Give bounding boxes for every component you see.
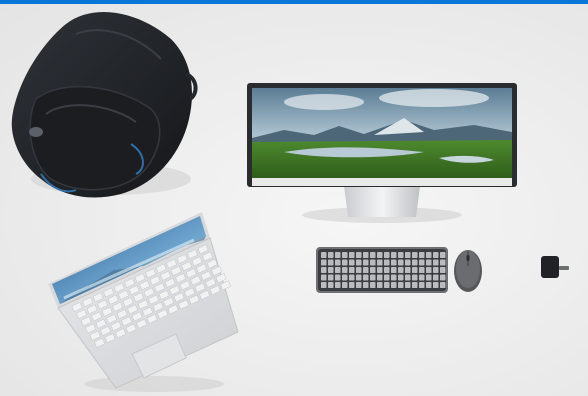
keyboard-key (349, 274, 355, 281)
keyboard-key (398, 282, 404, 288)
monitor-image (247, 83, 517, 223)
keyboard-key (398, 274, 404, 281)
keyboard-key (433, 274, 439, 281)
laptop-image (48, 212, 239, 392)
keyboard-key (440, 274, 446, 281)
keyboard-key (370, 274, 376, 281)
keyboard-key (321, 282, 327, 288)
keyboard-key (328, 259, 334, 266)
keyboard-key (370, 259, 376, 266)
keyboard-key (384, 259, 390, 266)
keyboard-key (440, 267, 446, 273)
keyboard-key (363, 267, 369, 273)
keyboard-key (377, 274, 383, 281)
keyboard-key (377, 252, 383, 258)
keyboard-key (349, 259, 355, 266)
mouse-image (454, 250, 482, 292)
keyboard-key (419, 274, 425, 281)
keyboard-key (405, 259, 411, 266)
keyboard-key (356, 252, 362, 258)
keyboard-key (391, 259, 397, 266)
keyboard-key (356, 259, 362, 266)
keyboard-key (419, 252, 425, 258)
keyboard-key (363, 274, 369, 281)
keyboard-image (316, 247, 448, 293)
keyboard-key (370, 267, 376, 273)
keyboard-key (370, 252, 376, 258)
usb-adapter-image (541, 256, 569, 278)
keyboard-key (433, 252, 439, 258)
keyboard-key (335, 252, 341, 258)
product-scene (0, 0, 588, 396)
keyboard-key (335, 259, 341, 266)
keyboard-key (328, 252, 334, 258)
keyboard-key (398, 267, 404, 273)
keyboard-key (426, 259, 432, 266)
keyboard-key (377, 282, 383, 288)
keyboard-key (419, 267, 425, 273)
keyboard-key (391, 274, 397, 281)
keyboard-key (377, 259, 383, 266)
keyboard-key (328, 274, 334, 281)
keyboard-key (391, 282, 397, 288)
keyboard-key (335, 274, 341, 281)
keyboard-key (405, 252, 411, 258)
keyboard-key (412, 282, 418, 288)
keyboard-key (384, 282, 390, 288)
keyboard-key (342, 267, 348, 273)
keyboard-key (349, 252, 355, 258)
keyboard-key (433, 267, 439, 273)
keyboard-key (342, 282, 348, 288)
keyboard-key (412, 252, 418, 258)
keyboard-key (426, 267, 432, 273)
keyboard-key (356, 267, 362, 273)
keyboard-key (426, 252, 432, 258)
keyboard-key (440, 282, 446, 288)
keyboard-key (356, 274, 362, 281)
keyboard-key (405, 274, 411, 281)
keyboard-key (419, 282, 425, 288)
keyboard-key (356, 282, 362, 288)
keyboard-key (370, 282, 376, 288)
keyboard-key (342, 274, 348, 281)
keyboard-key (342, 259, 348, 266)
keyboard-key (384, 267, 390, 273)
keyboard-key (440, 259, 446, 266)
keyboard-key (321, 267, 327, 273)
keyboard-key (440, 252, 446, 258)
keyboard-key (363, 259, 369, 266)
keyboard-key (384, 252, 390, 258)
keyboard-key (321, 274, 327, 281)
keyboard-key (398, 259, 404, 266)
keyboard-key (363, 252, 369, 258)
keyboard-key (419, 259, 425, 266)
keyboard-key (405, 282, 411, 288)
keyboard-key (321, 252, 327, 258)
keyboard-key (412, 267, 418, 273)
keyboard-key (384, 274, 390, 281)
keyboard-key (377, 267, 383, 273)
keyboard-key (412, 274, 418, 281)
keyboard-key (391, 267, 397, 273)
keyboard-key (349, 282, 355, 288)
keyboard-key (321, 259, 327, 266)
keyboard-key (405, 267, 411, 273)
backpack-image (11, 12, 198, 198)
keyboard-key (342, 252, 348, 258)
keyboard-key (363, 282, 369, 288)
keyboard-key (398, 252, 404, 258)
keyboard-key (433, 259, 439, 266)
keyboard-key (335, 267, 341, 273)
keyboard-key (349, 267, 355, 273)
keyboard-key (328, 282, 334, 288)
keyboard-key (335, 282, 341, 288)
keyboard-key (426, 282, 432, 288)
keyboard-key (412, 259, 418, 266)
keyboard-key (391, 252, 397, 258)
keyboard-key (328, 267, 334, 273)
keyboard-key (426, 274, 432, 281)
keyboard-key (433, 282, 439, 288)
